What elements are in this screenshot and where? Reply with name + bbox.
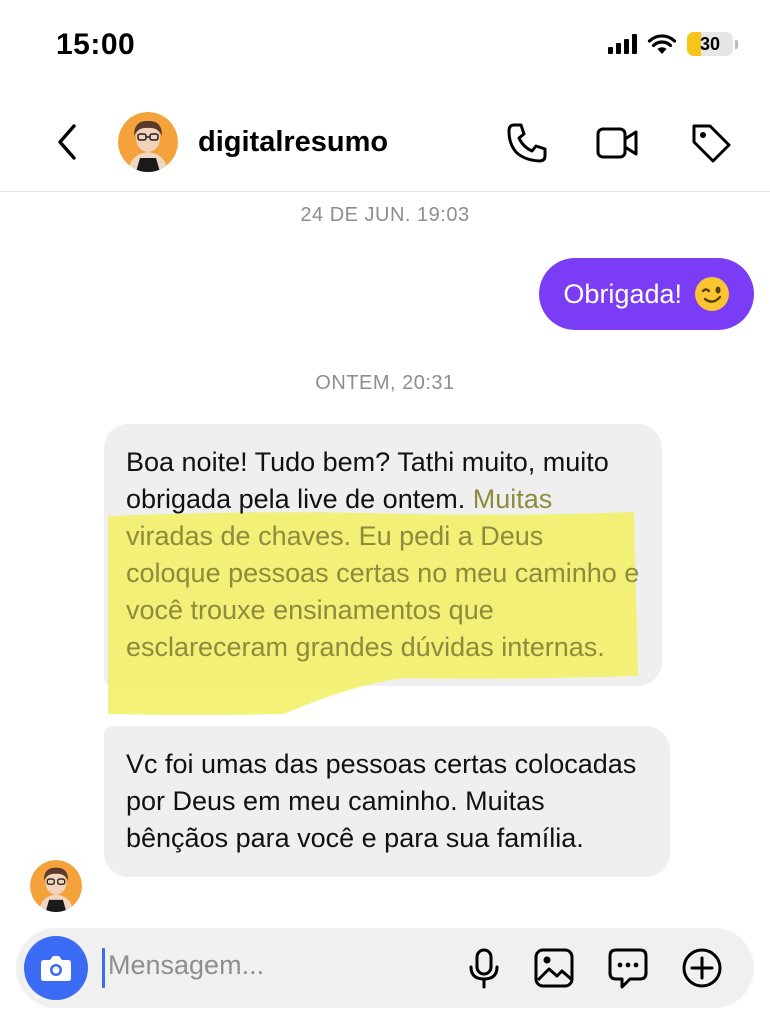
tag-icon[interactable] [688,120,734,166]
incoming-message-bubble[interactable]: Boa noite! Tudo bem? Tathi muito, muito … [104,424,662,715]
battery-indicator: 30 [687,32,733,56]
signal-icon [608,34,637,54]
incoming-message-bubble[interactable]: Vc foi umas das pessoas certas colocadas… [104,726,670,877]
battery-level: 30 [699,33,721,54]
battery-cap [735,39,738,49]
status-time: 15:00 [56,28,136,61]
plus-icon[interactable] [680,946,724,990]
message-text: Boa noite! Tudo bem? Tathi muito, muito … [126,444,640,666]
sender-avatar[interactable] [30,860,82,912]
outgoing-message-text: Obrigada! [563,278,682,309]
camera-button[interactable] [24,936,88,1000]
message-input[interactable]: Mensagem... [108,950,264,981]
winking-face-emoji-icon [695,277,729,311]
video-icon[interactable] [594,120,640,166]
chat-header: digitalresumo [0,92,770,192]
sticker-icon[interactable] [606,946,650,990]
status-indicators: 30 [608,32,738,56]
wifi-icon [647,34,677,54]
microphone-icon[interactable] [462,946,506,990]
gallery-icon[interactable] [532,946,576,990]
avatar-illustration [118,112,178,172]
status-bar: 15:00 30 [0,0,770,92]
camera-icon [41,956,71,981]
chat-username[interactable]: digitalresumo [198,126,388,159]
message-composer: Mensagem... [16,928,754,1008]
text-cursor [102,948,105,988]
outgoing-message-bubble[interactable]: Obrigada! [539,258,754,330]
phone-icon[interactable] [504,120,550,166]
message-text: Vc foi umas das pessoas certas colocadas… [126,749,637,853]
avatar-illustration [30,860,82,912]
back-icon[interactable] [50,120,86,164]
timestamp: 24 DE JUN. 19:03 [300,204,470,226]
timestamp: ONTEM, 20:31 [315,372,455,394]
avatar[interactable] [118,112,178,172]
